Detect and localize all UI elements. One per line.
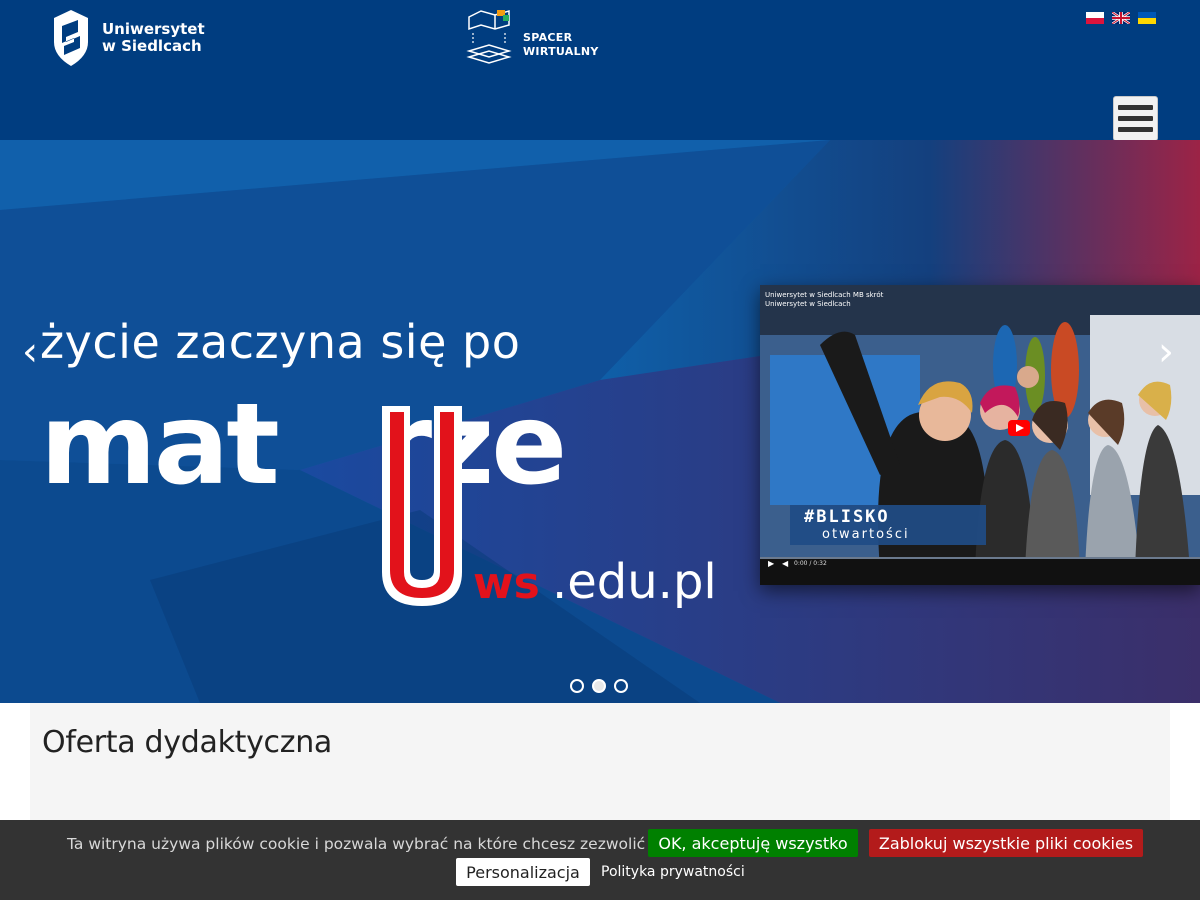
- section-heading: Oferta dydaktyczna: [42, 725, 333, 760]
- video-caption-line1: Uniwersytet w Siedlcach MB skrót: [765, 291, 884, 299]
- teaching-offer-section: Oferta dydaktyczna: [30, 703, 1170, 820]
- youtube-play-icon[interactable]: [1008, 420, 1030, 436]
- hero-tagline: życie zaczyna się po: [40, 315, 521, 369]
- slider-dot-2[interactable]: [592, 679, 606, 693]
- logo-line1: Uniwersytet: [102, 20, 205, 38]
- uws-u-mark: [382, 406, 462, 606]
- flag-uk-icon[interactable]: [1138, 12, 1156, 24]
- slider-dot-1[interactable]: [570, 679, 584, 693]
- flag-en-icon[interactable]: [1112, 12, 1130, 24]
- virtual-tour-link[interactable]: SPACER WIRTUALNY: [465, 7, 599, 65]
- block-all-cookies-button[interactable]: Zablokuj wszystkie pliki cookies: [869, 829, 1143, 857]
- menu-bar: [1118, 105, 1153, 110]
- virtual-tour-label: SPACER WIRTUALNY: [523, 31, 599, 59]
- video-play-icon[interactable]: ▶: [768, 559, 774, 568]
- privacy-policy-link[interactable]: Polityka prywatności: [601, 864, 745, 880]
- menu-toggle-button[interactable]: [1113, 96, 1158, 141]
- cookie-message: Ta witryna używa plików cookie i pozwala…: [67, 835, 646, 853]
- video-caption-line2: Uniwersytet w Siedlcach: [765, 300, 851, 308]
- video-caption: Uniwersytet w Siedlcach MB skrót Uniwers…: [765, 291, 883, 309]
- spacer-line1: SPACER: [523, 31, 573, 44]
- university-name: Uniwersytet w Siedlcach: [102, 21, 205, 55]
- video-progress-bar[interactable]: [760, 557, 1200, 559]
- university-shield-icon: [54, 10, 88, 66]
- slider-next-arrow[interactable]: ›: [1158, 332, 1174, 372]
- slider-dot-3[interactable]: [614, 679, 628, 693]
- slider-dots: [570, 679, 628, 693]
- hero-headline-left: mat: [40, 380, 280, 510]
- video-controls: ▶ ◀ 0:00 / 0:32: [760, 557, 1200, 571]
- cookie-consent-bar: Ta witryna używa plików cookie i pozwala…: [0, 820, 1200, 900]
- spacer-line2: WIRTUALNY: [523, 45, 599, 58]
- flag-pl-icon[interactable]: [1086, 12, 1104, 24]
- video-subtitle: otwartości: [822, 527, 910, 542]
- slider-prev-arrow[interactable]: ‹: [22, 332, 38, 372]
- hero-headline: mat rze: [40, 380, 567, 510]
- site-header: Uniwersytet w Siedlcach SPACER WIRTUALNY: [0, 0, 1200, 141]
- hero-ws: ws: [473, 558, 540, 609]
- menu-bar: [1118, 127, 1153, 132]
- menu-bar: [1118, 116, 1153, 121]
- page: Uniwersytet w Siedlcach SPACER WIRTUALNY: [0, 0, 1200, 900]
- video-hashtag: #BLISKO: [804, 507, 890, 527]
- hero-domain: .edu.pl: [552, 554, 717, 610]
- video-volume-icon[interactable]: ◀: [782, 559, 788, 568]
- university-logo[interactable]: Uniwersytet w Siedlcach: [50, 8, 205, 68]
- logo-line2: w Siedlcach: [102, 37, 202, 55]
- language-switcher: [1086, 12, 1156, 24]
- hero-slider: życie zaczyna się po mat rze ws .edu.pl ‹: [0, 140, 1200, 703]
- video-time: 0:00 / 0:32: [794, 560, 827, 567]
- promo-video[interactable]: Uniwersytet w Siedlcach MB skrót Uniwers…: [760, 285, 1200, 585]
- accept-all-cookies-button[interactable]: OK, akceptuję wszystko: [648, 829, 858, 857]
- virtual-tour-icon: [466, 10, 512, 64]
- personalize-cookies-button[interactable]: Personalizacja: [456, 858, 590, 886]
